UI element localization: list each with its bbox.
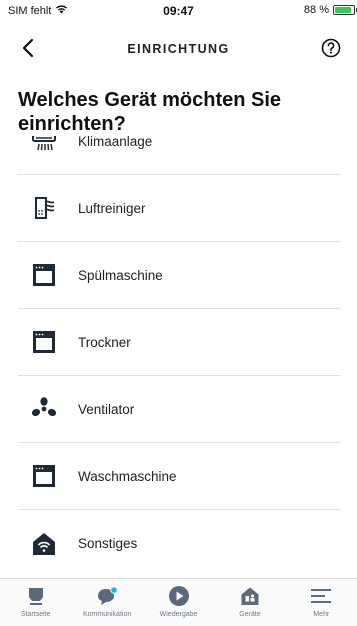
battery-percent: 88 % <box>303 4 329 16</box>
dryer-icon <box>30 328 58 356</box>
list-item-spuelmaschine[interactable]: Spülmaschine <box>18 242 341 309</box>
tab-bar: Startseite Kommunikation Wiedergabe Gerä… <box>0 578 357 626</box>
tab-label: Wiedergabe <box>159 611 198 618</box>
list-item-label: Sonstiges <box>78 536 138 551</box>
tab-mehr[interactable]: Mehr <box>286 579 357 626</box>
battery-icon <box>333 5 357 15</box>
home-icon <box>23 585 49 607</box>
devices-icon <box>237 585 263 607</box>
menu-icon <box>308 585 334 607</box>
tab-kommunikation[interactable]: Kommunikation <box>71 579 142 626</box>
washing-machine-icon <box>30 462 58 490</box>
battery-fill <box>335 7 351 13</box>
status-bar: SIM fehlt 09:47 88 % <box>0 0 357 20</box>
air-purifier-icon <box>30 194 58 222</box>
list-item-label: Waschmaschine <box>78 468 177 484</box>
tab-label: Mehr <box>313 611 330 618</box>
chat-bubble-icon <box>94 585 120 607</box>
status-right: 88 % <box>303 4 357 16</box>
help-button[interactable] <box>319 36 343 60</box>
nav-title: EINRICHTUNG <box>127 42 230 56</box>
list-item-label: Spülmaschine <box>78 267 163 283</box>
device-list-inner: Klimaanlage Luftreiniger Spülmaschine Tr… <box>0 136 357 577</box>
tab-label: Kommunikation <box>82 611 132 618</box>
dishwasher-icon <box>30 261 58 289</box>
list-item-label: Klimaanlage <box>78 136 153 149</box>
tab-startseite[interactable]: Startseite <box>0 579 71 626</box>
help-circle-icon <box>321 38 341 58</box>
list-item-klimaanlage[interactable]: Klimaanlage <box>18 136 341 175</box>
page-title: Welches Gerät möchten Sie einrichten? <box>18 88 318 136</box>
air-conditioner-icon <box>30 136 58 155</box>
navigation-bar: EINRICHTUNG <box>0 28 357 68</box>
tab-label: Geräte <box>239 611 261 618</box>
play-icon <box>166 585 192 607</box>
list-item-label: Ventilator <box>78 401 135 417</box>
list-item-trockner[interactable]: Trockner <box>18 309 341 376</box>
list-item-label: Trockner <box>78 334 131 350</box>
fan-icon <box>30 395 58 423</box>
device-list[interactable]: Klimaanlage Luftreiniger Spülmaschine Tr… <box>0 136 357 578</box>
tab-geraete[interactable]: Geräte <box>214 579 285 626</box>
list-item-ventilator[interactable]: Ventilator <box>18 376 341 443</box>
tab-label: Startseite <box>20 611 51 618</box>
list-item-label: Luftreiniger <box>78 200 146 216</box>
list-item-luftreiniger[interactable]: Luftreiniger <box>18 175 341 242</box>
list-item-sonstiges[interactable]: Sonstiges <box>18 510 341 577</box>
tab-wiedergabe[interactable]: Wiedergabe <box>143 579 214 626</box>
smart-home-icon <box>30 530 58 558</box>
list-item-waschmaschine[interactable]: Waschmaschine <box>18 443 341 510</box>
